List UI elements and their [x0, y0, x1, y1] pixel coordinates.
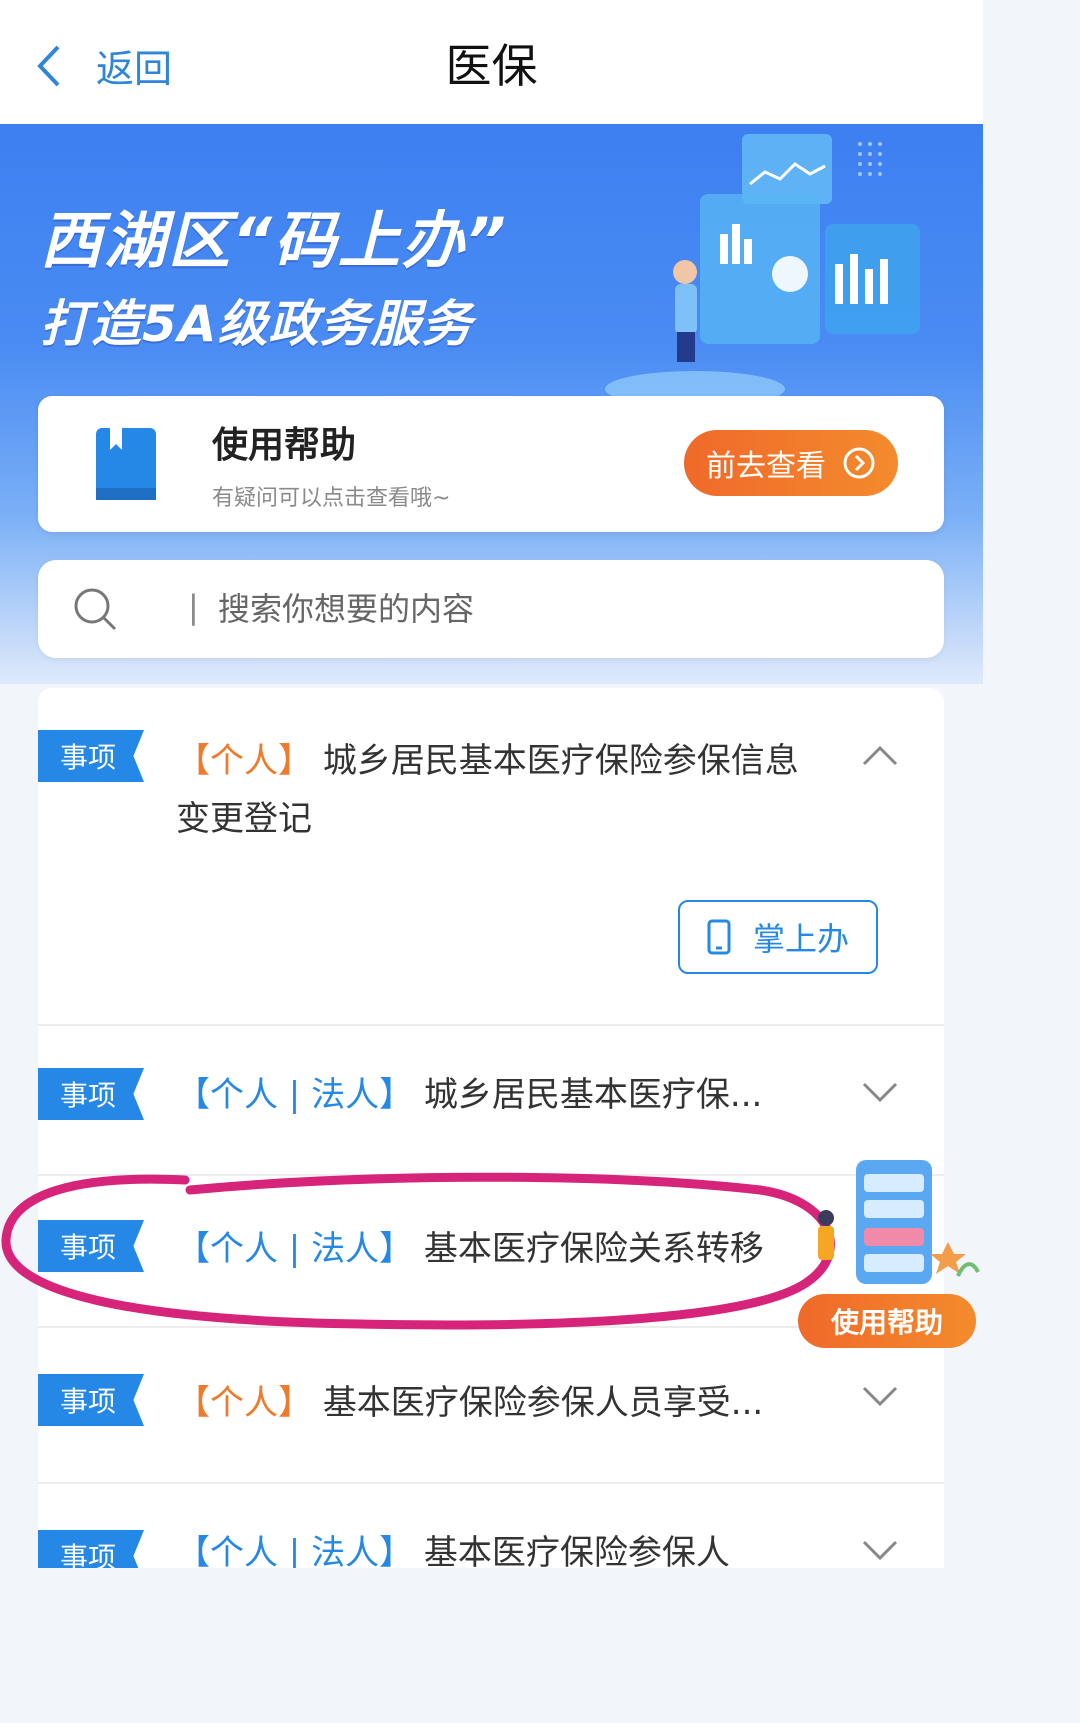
help-description: 有疑问可以点击查看哦~	[212, 486, 451, 511]
banner-illustration	[605, 134, 920, 404]
arrow-right-circle-icon	[843, 447, 875, 479]
item-title: 【个人 | 法人】 城乡居民基本医疗保...	[176, 1066, 762, 1124]
search-icon	[74, 588, 117, 631]
search-bar[interactable]: |	[38, 560, 944, 658]
list-item[interactable]: 事项 【个人】 城乡居民基本医疗保险参保信息变更登记 掌上办	[38, 688, 944, 1026]
mobile-handle-button[interactable]: 掌上办	[678, 900, 878, 974]
chevron-down-icon[interactable]	[862, 1540, 898, 1562]
help-illustration	[818, 1160, 980, 1284]
item-name: 基本医疗保险参保人员享受...	[322, 1383, 764, 1423]
chevron-down-icon[interactable]	[862, 1386, 898, 1408]
view-help-button[interactable]: 前去查看	[684, 430, 898, 496]
chevron-down-icon[interactable]	[862, 1082, 898, 1104]
chevron-up-icon[interactable]	[862, 744, 898, 766]
floating-help-button[interactable]: 使用帮助	[798, 1156, 983, 1352]
item-name: 基本医疗保险参保人	[423, 1533, 730, 1568]
item-scope: 【个人 | 法人】	[176, 1075, 414, 1115]
list-item[interactable]: 事项 【个人 | 法人】 基本医疗保险参保人	[38, 1484, 944, 1568]
item-tag: 事项	[38, 1068, 144, 1120]
item-tag: 事项	[38, 1374, 144, 1426]
banner-subtitle: 打造5A级政务服务	[40, 295, 473, 353]
search-caret: |	[188, 588, 199, 626]
nav-bar: 返回 医保	[0, 0, 983, 124]
item-title: 【个人】 城乡居民基本医疗保险参保信息变更登记	[176, 732, 816, 848]
item-tag: 事项	[38, 730, 144, 782]
phone-icon	[707, 919, 731, 955]
item-tag: 事项	[38, 1220, 144, 1272]
item-title: 【个人】 基本医疗保险参保人员享受...	[176, 1374, 763, 1432]
item-name: 基本医疗保险关系转移	[423, 1229, 764, 1269]
item-scope: 【个人 | 法人】	[176, 1229, 414, 1269]
item-tag: 事项	[38, 1530, 144, 1568]
item-title: 【个人 | 法人】 基本医疗保险关系转移	[176, 1220, 764, 1278]
page-title: 医保	[445, 39, 538, 93]
book-icon	[96, 428, 156, 500]
help-title: 使用帮助	[212, 425, 357, 466]
item-scope: 【个人 | 法人】	[176, 1533, 414, 1568]
item-scope: 【个人】	[176, 741, 312, 781]
service-list: 事项 【个人】 城乡居民基本医疗保险参保信息变更登记 掌上办 事项 【个人 | …	[38, 688, 944, 1568]
banner-title: 西湖区“码上办”	[40, 204, 508, 277]
item-title: 【个人 | 法人】 基本医疗保险参保人	[176, 1524, 730, 1568]
item-name: 城乡居民基本医疗保...	[423, 1075, 763, 1115]
search-input[interactable]	[218, 582, 898, 636]
mobile-handle-label: 掌上办	[752, 920, 849, 958]
item-scope: 【个人】	[176, 1383, 312, 1423]
view-help-label: 前去查看	[706, 449, 826, 484]
list-item[interactable]: 事项 【个人 | 法人】 城乡居民基本医疗保...	[38, 1026, 944, 1176]
floating-help-label: 使用帮助	[798, 1294, 976, 1348]
help-card: 使用帮助 有疑问可以点击查看哦~ 前去查看	[38, 396, 944, 532]
